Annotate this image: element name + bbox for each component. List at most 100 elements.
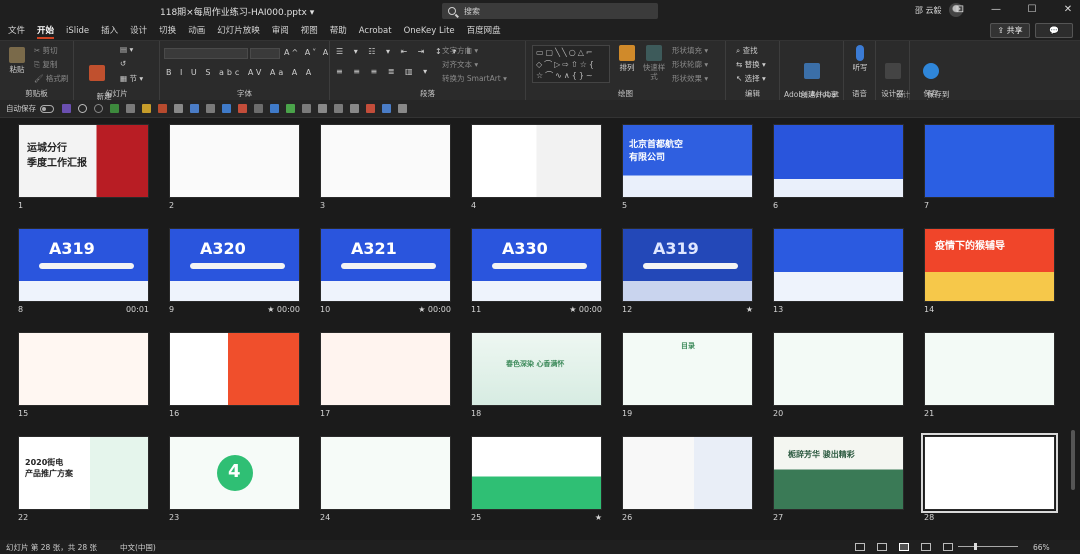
shape-outline-button[interactable]: 形状轮廓 ▾	[672, 59, 708, 70]
slide-thumbnail[interactable]	[773, 124, 904, 198]
align-text-button[interactable]: 对齐文本 ▾	[442, 59, 478, 70]
font-family-select[interactable]	[164, 48, 248, 59]
smartart-button[interactable]: 转换为 SmartArt ▾	[442, 73, 507, 84]
print-preview-icon[interactable]	[174, 104, 183, 113]
normal-view-icon[interactable]	[877, 543, 887, 551]
shape-fill-button[interactable]: 形状填充 ▾	[672, 45, 708, 56]
tab-9[interactable]: 视图	[301, 22, 318, 40]
slideshow-icon[interactable]	[943, 543, 953, 551]
record-icon[interactable]	[366, 104, 375, 113]
quick-styles-button[interactable]: 快速样式	[640, 45, 668, 81]
autosave-toggle[interactable]	[40, 104, 54, 113]
reading-view-icon[interactable]	[921, 543, 931, 551]
slide-thumbnail[interactable]: A319	[18, 228, 149, 302]
email-icon[interactable]	[190, 104, 199, 113]
tab-0[interactable]: 文件	[8, 22, 25, 40]
section-button[interactable]: ▦ 节 ▾	[120, 73, 143, 84]
print-icon[interactable]	[158, 104, 167, 113]
slide-thumbnail[interactable]	[924, 124, 1055, 198]
tab-8[interactable]: 审阅	[272, 22, 289, 40]
select-button[interactable]: ↖ 选择 ▾	[736, 73, 766, 84]
slide-thumbnail[interactable]: 4	[169, 436, 300, 510]
zoom-slider[interactable]	[958, 546, 1018, 547]
copy-button[interactable]: ⎘ 复制	[34, 59, 57, 70]
tab-2[interactable]: iSlide	[66, 22, 89, 40]
slide-thumbnail[interactable]: 目录	[622, 332, 753, 406]
slide-thumbnail[interactable]	[471, 124, 602, 198]
slide-thumbnail[interactable]	[320, 124, 451, 198]
slide-thumbnail[interactable]	[773, 228, 904, 302]
tab-3[interactable]: 插入	[101, 22, 118, 40]
rotate-icon[interactable]	[350, 104, 359, 113]
tab-10[interactable]: 帮助	[330, 22, 347, 40]
new-icon[interactable]	[126, 104, 135, 113]
tab-1[interactable]: 开始	[37, 22, 55, 40]
text-direction-button[interactable]: 文字方向 ▾	[442, 45, 478, 56]
slide-thumbnail[interactable]	[471, 436, 602, 510]
reset-button[interactable]: ↺	[120, 59, 126, 68]
slide-thumbnail[interactable]: A321	[320, 228, 451, 302]
layout-button[interactable]: ▤ ▾	[120, 45, 133, 54]
slide-thumbnail[interactable]	[320, 332, 451, 406]
save-icon[interactable]	[62, 104, 71, 113]
slide-thumbnail[interactable]: A319	[622, 228, 753, 302]
document-title[interactable]: 118期×每周作业练习-HAI000.pptx ▾	[160, 5, 314, 18]
replace-button[interactable]: ⇆ 替换 ▾	[736, 59, 766, 70]
maximize-button[interactable]: ☐	[1026, 4, 1038, 15]
align-buttons[interactable]: ≡ ≡ ≡ ≣ ▥ ▾	[336, 67, 431, 76]
font-format-buttons[interactable]: B I U S abc AV Aa A A	[166, 68, 314, 77]
zoom-thumb[interactable]	[974, 543, 977, 550]
language[interactable]: 中文(中国)	[120, 542, 156, 553]
slide-thumbnail[interactable]	[18, 332, 149, 406]
arrange-button[interactable]: 排列	[616, 45, 638, 72]
zoom-level[interactable]: 66%	[1033, 543, 1050, 552]
tab-6[interactable]: 动画	[188, 22, 205, 40]
format-icon[interactable]	[382, 104, 391, 113]
shape-effects-button[interactable]: 形状效果 ▾	[672, 73, 708, 84]
slide-thumbnail[interactable]	[169, 332, 300, 406]
slide-thumbnail[interactable]	[622, 436, 753, 510]
notes-icon[interactable]	[855, 543, 865, 551]
tab-7[interactable]: 幻灯片放映	[217, 22, 260, 40]
spelling-icon[interactable]	[206, 104, 215, 113]
slide-thumbnail[interactable]: 运城分行 季度工作汇报	[18, 124, 149, 198]
redo-icon[interactable]	[94, 104, 103, 113]
search-box[interactable]: 搜索	[442, 3, 658, 19]
slide-thumbnail[interactable]: 北京首都航空 有限公司	[622, 124, 753, 198]
customize-qat-icon[interactable]	[398, 104, 407, 113]
comments-button[interactable]: 💬	[1035, 23, 1073, 38]
tab-5[interactable]: 切换	[159, 22, 176, 40]
undo-icon[interactable]	[78, 104, 87, 113]
dictate-button[interactable]: 听写	[848, 45, 872, 72]
font-size-select[interactable]	[250, 48, 280, 59]
slide-thumbnail[interactable]: 疫情下的猴辅导	[924, 228, 1055, 302]
slide-thumbnail[interactable]	[169, 124, 300, 198]
minimize-button[interactable]: —	[990, 4, 1002, 15]
chart-icon[interactable]	[270, 104, 279, 113]
tab-13[interactable]: 百度网盘	[467, 22, 501, 40]
slide-thumbnail[interactable]: A320	[169, 228, 300, 302]
slide-thumbnail[interactable]	[773, 332, 904, 406]
slide-sorter-view-icon[interactable]	[899, 543, 909, 551]
slide-thumbnail[interactable]: 栀辞芳华 骏出精彩	[773, 436, 904, 510]
font-grow-shrink[interactable]: A^ A˅ A	[284, 48, 330, 57]
slide-thumbnail[interactable]: A330	[471, 228, 602, 302]
textbox-icon[interactable]	[302, 104, 311, 113]
slide-thumbnail[interactable]	[921, 433, 1058, 513]
format-painter-button[interactable]: 🖌 格式刷	[34, 73, 68, 84]
slide-thumbnail[interactable]	[320, 436, 451, 510]
slide-thumbnail[interactable]: 2020街电 产品推广方案	[18, 436, 149, 510]
vertical-scrollbar[interactable]	[1071, 430, 1075, 490]
picture-icon[interactable]	[222, 104, 231, 113]
shapes-gallery[interactable]: ▭▢╲╲○△⌐ ◇⌒▷⇨⇧☆{ ☆⌒∿∧{}~	[532, 45, 610, 83]
shape-icon[interactable]	[238, 104, 247, 113]
slide-thumbnail[interactable]: 春色深染 心香满怀	[471, 332, 602, 406]
tab-4[interactable]: 设计	[130, 22, 147, 40]
slide-thumbnail[interactable]	[924, 332, 1055, 406]
paste-button[interactable]: 粘贴	[6, 47, 28, 74]
tab-11[interactable]: Acrobat	[359, 22, 392, 40]
tab-12[interactable]: OneKey Lite	[404, 22, 455, 40]
present-icon[interactable]	[110, 104, 119, 113]
cut-button[interactable]: ✂ 剪切	[34, 45, 58, 56]
open-icon[interactable]	[142, 104, 151, 113]
